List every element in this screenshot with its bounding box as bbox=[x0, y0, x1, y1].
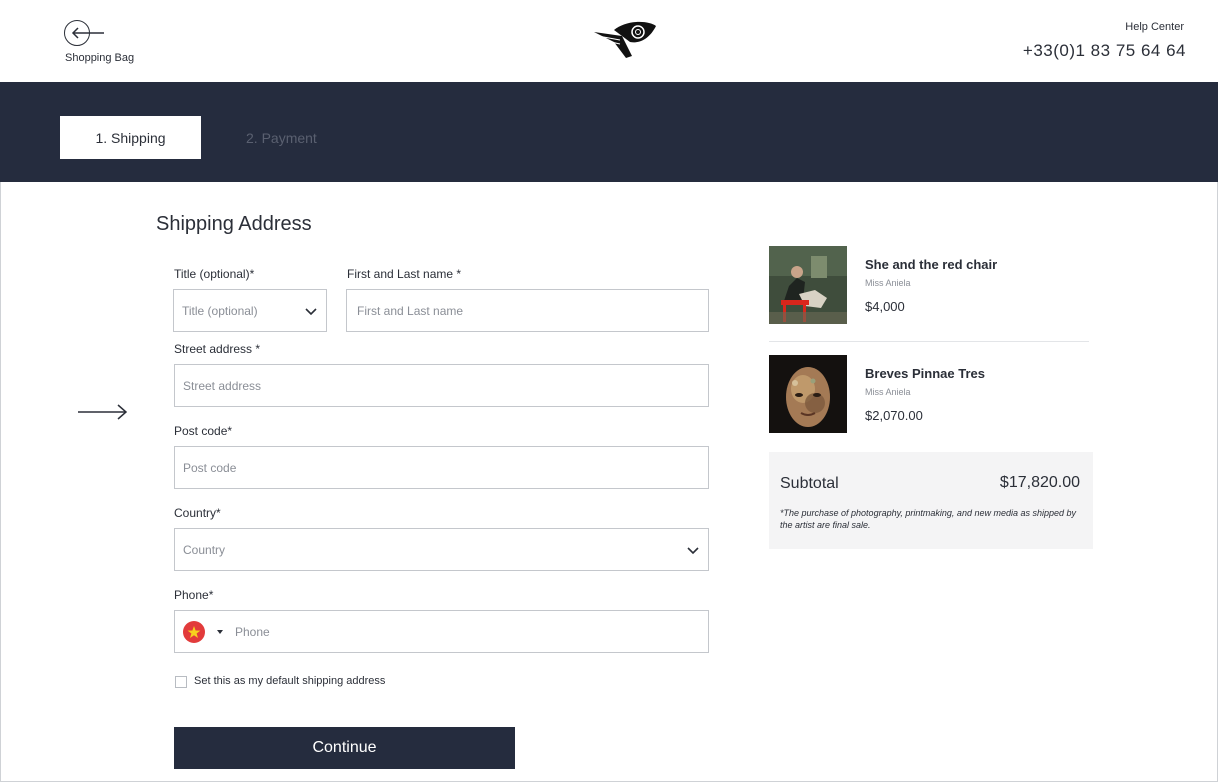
default-address-checkbox[interactable] bbox=[175, 676, 187, 688]
item-title[interactable]: Breves Pinnae Tres bbox=[865, 366, 985, 381]
country-select[interactable]: Country bbox=[174, 528, 709, 571]
phone-field[interactable] bbox=[174, 610, 709, 653]
back-arrow-icon bbox=[71, 27, 104, 39]
item-artist: Miss Aniela bbox=[865, 278, 911, 288]
name-input[interactable] bbox=[357, 290, 708, 331]
support-phone[interactable]: +33(0)1 83 75 64 64 bbox=[1023, 41, 1186, 61]
item-title[interactable]: She and the red chair bbox=[865, 257, 997, 272]
shipping-address-heading: Shipping Address bbox=[156, 213, 312, 235]
continue-button[interactable]: Continue bbox=[174, 727, 515, 769]
subtotal-label: Subtotal bbox=[780, 475, 839, 492]
top-header: Shopping Bag Help Center +33(0)1 83 75 6… bbox=[0, 0, 1218, 82]
items-divider bbox=[769, 341, 1089, 342]
artwork-thumbnail-portrait bbox=[769, 355, 847, 433]
title-label: Title (optional)* bbox=[174, 267, 255, 281]
tab-shipping[interactable]: 1. Shipping bbox=[60, 116, 201, 159]
chevron-down-icon bbox=[687, 547, 699, 555]
checkout-steps-bar: 1. Shipping 2. Payment bbox=[0, 82, 1218, 182]
brand-logo-icon bbox=[594, 21, 656, 58]
back-label: Shopping Bag bbox=[65, 52, 135, 64]
item-price: $4,000 bbox=[865, 299, 905, 314]
item-artist: Miss Aniela bbox=[865, 387, 911, 397]
phone-label: Phone* bbox=[174, 588, 214, 602]
postcode-input[interactable] bbox=[183, 447, 708, 488]
street-field[interactable] bbox=[174, 364, 709, 407]
default-address-label: Set this as my default shipping address bbox=[194, 675, 386, 687]
tab-payment[interactable]: 2. Payment bbox=[246, 130, 317, 146]
subtotal-value: $17,820.00 bbox=[999, 474, 1080, 491]
postcode-label: Post code* bbox=[174, 424, 233, 438]
title-select[interactable]: Title (optional) bbox=[173, 289, 327, 332]
name-field[interactable] bbox=[346, 289, 709, 332]
country-select-value: Country bbox=[183, 542, 226, 557]
help-center-link[interactable]: Help Center bbox=[1125, 21, 1184, 33]
chevron-down-icon bbox=[305, 308, 317, 316]
phone-input[interactable] bbox=[235, 611, 708, 652]
street-label: Street address * bbox=[174, 342, 261, 356]
street-input[interactable] bbox=[183, 365, 708, 406]
name-label: First and Last name * bbox=[347, 267, 462, 281]
vietnam-flag-icon[interactable] bbox=[183, 620, 205, 643]
item-price: $2,070.00 bbox=[865, 408, 923, 423]
artwork-thumbnail-red-chair bbox=[769, 246, 847, 324]
final-sale-note: *The purchase of photography, printmakin… bbox=[780, 508, 1077, 530]
country-code-caret-icon[interactable] bbox=[217, 629, 223, 634]
right-arrow-icon bbox=[78, 404, 128, 420]
order-summary-box: Subtotal $17,820.00 *The purchase of pho… bbox=[769, 452, 1093, 549]
postcode-field[interactable] bbox=[174, 446, 709, 489]
country-label: Country* bbox=[174, 506, 221, 520]
